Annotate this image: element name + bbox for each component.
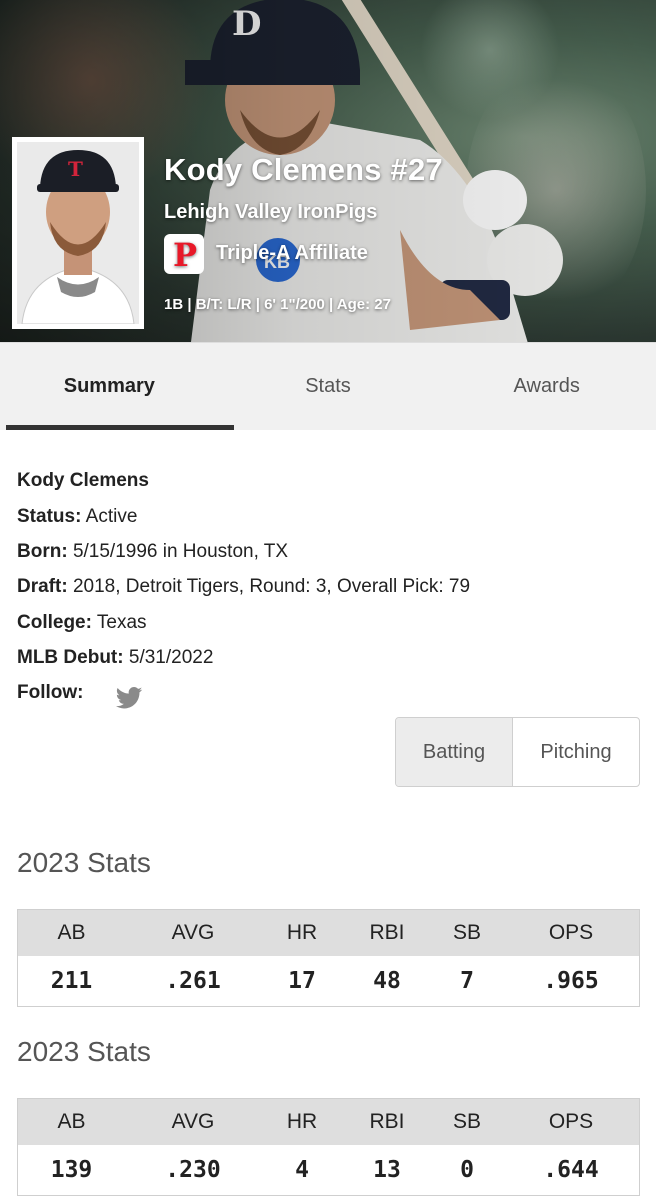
stats-header-cell: AB (57, 1110, 86, 1133)
debut-label: MLB Debut: (17, 647, 124, 668)
stats-value-row: 139 .230 4 13 0 .644 (18, 1145, 639, 1195)
info-born: Born: 5/15/1996 in Houston, TX (17, 541, 288, 563)
college-label: College: (17, 612, 92, 633)
twitter-icon[interactable] (115, 687, 143, 709)
player-name: Kody Clemens #27 (164, 152, 443, 187)
stats-value-cell: .261 (165, 968, 221, 994)
tab-awards[interactable]: Awards (437, 343, 656, 430)
stats-header-row: AB AVG HR RBI SB OPS (18, 1099, 639, 1145)
svg-text:T: T (68, 157, 83, 181)
draft-label: Draft: (17, 576, 68, 597)
college-value: Texas (96, 612, 147, 633)
stats-type-toggle: Batting Pitching (395, 717, 640, 787)
player-headshot: T (12, 137, 144, 329)
info-college: College: Texas (17, 612, 147, 634)
profile-tabs: Summary Stats Awards (0, 342, 656, 430)
draft-value: 2018, Detroit Tigers, Round: 3, Overall … (72, 576, 471, 597)
stats-header-cell: HR (286, 1110, 318, 1133)
stats-value-cell: .644 (543, 1157, 599, 1183)
pitching-toggle[interactable]: Pitching (513, 718, 639, 786)
tab-summary[interactable]: Summary (0, 343, 219, 430)
team-name[interactable]: Lehigh Valley IronPigs (164, 201, 377, 224)
phillies-logo-icon[interactable]: P (164, 234, 204, 274)
stats-value-row: 211 .261 17 48 7 .965 (18, 956, 639, 1006)
stats-header-cell: SB (452, 1110, 481, 1133)
info-mlb-debut: MLB Debut: 5/31/2022 (17, 647, 213, 669)
stats-value-cell: .230 (165, 1157, 221, 1183)
stats-section-title: 2023 Stats (17, 1036, 151, 1067)
stats-value-cell: 48 (373, 968, 401, 994)
player-bio-line: 1B | B/T: L/R | 6' 1"/200 | Age: 27 (164, 296, 391, 313)
stats-value-cell: 13 (373, 1157, 401, 1183)
tab-stats[interactable]: Stats (219, 343, 438, 430)
stats-header-cell: RBI (369, 921, 405, 944)
info-follow: Follow: (17, 682, 83, 704)
debut-value: 5/31/2022 (128, 647, 214, 668)
stats-section-title: 2023 Stats (17, 847, 151, 878)
headshot-image: T (17, 142, 139, 324)
affiliate-label: Triple-A Affiliate (216, 242, 368, 264)
stats-value-cell: 7 (460, 968, 474, 994)
stats-header-cell: SB (452, 921, 481, 944)
svg-text:P: P (173, 237, 197, 271)
stats-value-cell: 0 (460, 1157, 474, 1183)
active-tab-indicator (6, 425, 234, 430)
batting-toggle[interactable]: Batting (396, 718, 513, 786)
stats-header-cell: OPS (548, 1110, 594, 1133)
stats-table: AB AVG HR RBI SB OPS 139 .230 4 13 0 .64… (17, 1098, 640, 1196)
full-name: Kody Clemens (17, 470, 149, 491)
status-value: Active (85, 506, 138, 527)
stats-value-cell: 4 (295, 1157, 309, 1183)
stats-header-cell: AB (57, 921, 86, 944)
stats-table: AB AVG HR RBI SB OPS 211 .261 17 48 7 .9… (17, 909, 640, 1007)
stats-header-row: AB AVG HR RBI SB OPS (18, 910, 639, 956)
stats-header-cell: HR (286, 921, 318, 944)
stats-header-cell: RBI (369, 1110, 405, 1133)
born-label: Born: (17, 541, 68, 562)
follow-label: Follow: (17, 682, 84, 703)
stats-header-cell: AVG (171, 1110, 215, 1133)
status-label: Status: (17, 506, 82, 527)
stats-value-cell: 211 (50, 968, 93, 994)
info-status: Status: Active (17, 506, 137, 528)
info-full-name: Kody Clemens (17, 470, 149, 492)
stats-header-cell: OPS (548, 921, 594, 944)
stats-value-cell: .965 (543, 968, 599, 994)
stats-header-cell: AVG (171, 921, 215, 944)
born-value: 5/15/1996 in Houston, TX (72, 541, 289, 562)
info-draft: Draft: 2018, Detroit Tigers, Round: 3, O… (17, 576, 470, 598)
stats-value-cell: 17 (288, 968, 316, 994)
stats-value-cell: 139 (50, 1157, 93, 1183)
